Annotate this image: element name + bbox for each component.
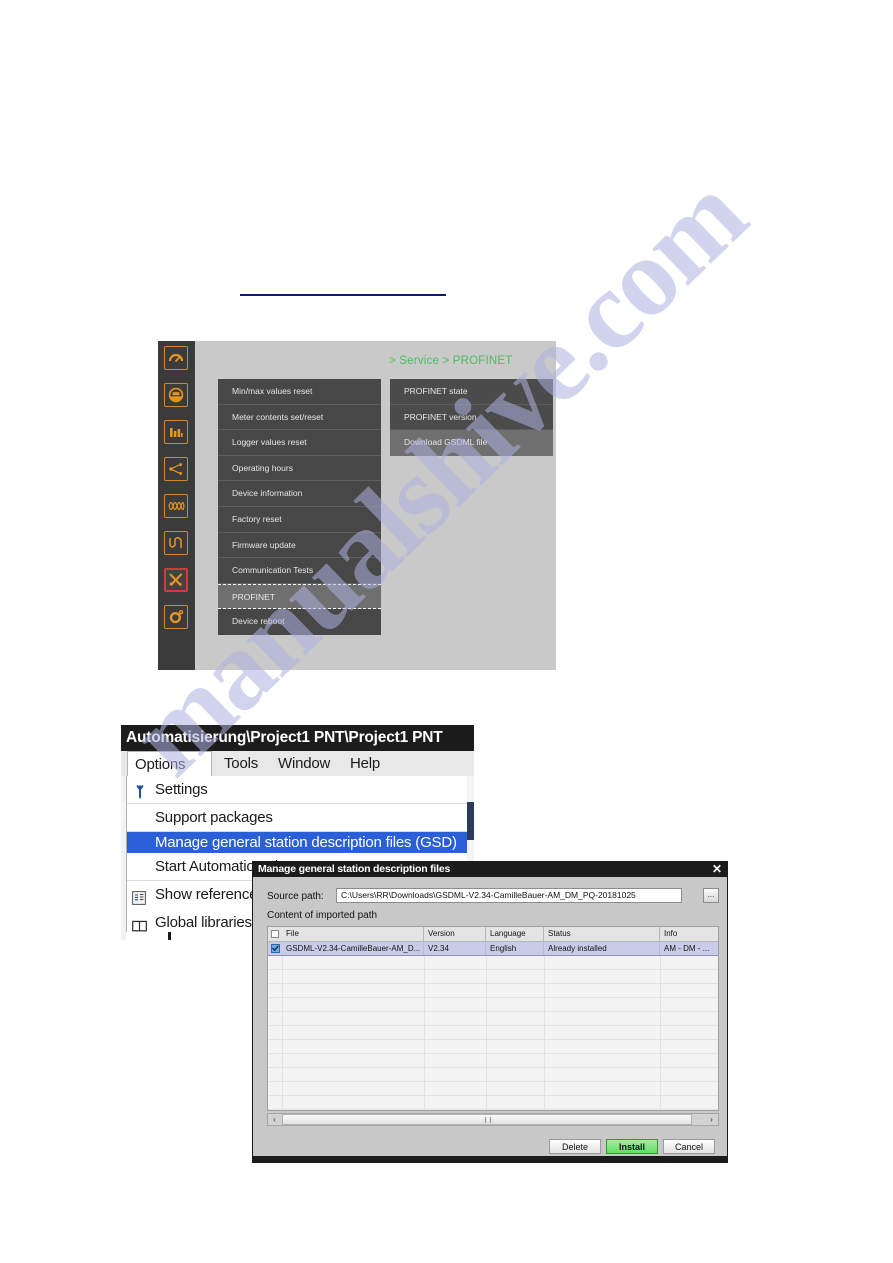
column-header-version[interactable]: Version <box>424 927 486 941</box>
tia-menu-window[interactable]: Window <box>271 751 337 776</box>
device-menu-item-communication-tests[interactable]: Communication Tests <box>218 558 381 584</box>
cell-file: GSDML-V2.34-CamilleBauer-AM_D... <box>282 942 424 955</box>
gauge-icon[interactable] <box>164 346 188 370</box>
network-topology-icon[interactable] <box>164 457 188 481</box>
device-menu-item-firmware-update[interactable]: Firmware update <box>218 532 381 559</box>
tia-title-bar: Automatisierung\Project1 PNT\Project1 PN… <box>121 725 474 751</box>
tia-menu-item-label: Manage general station description files… <box>155 834 457 851</box>
scroll-left-icon[interactable]: ‹ <box>268 1114 281 1125</box>
source-path-label: Source path: <box>267 891 324 902</box>
device-menu-left: Min/max values reset Meter contents set/… <box>218 379 381 635</box>
harmonics-icon[interactable] <box>164 494 188 518</box>
column-header-info[interactable]: Info <box>660 927 718 941</box>
reference-text-icon <box>132 887 148 905</box>
service-tools-icon[interactable] <box>164 568 188 592</box>
tia-menu-item-label: Support packages <box>155 809 273 826</box>
tia-bottom-tick <box>168 932 171 940</box>
cell-version: V2.34 <box>424 942 486 955</box>
table-empty-row <box>268 1040 718 1054</box>
manage-gsd-dialog: Manage general station description files… <box>252 861 728 1163</box>
content-of-imported-path-label: Content of imported path <box>267 910 378 921</box>
browse-button[interactable]: ... <box>703 888 719 903</box>
table-empty-row <box>268 1026 718 1040</box>
column-header-file[interactable]: File <box>282 927 424 941</box>
scrollbar-grip <box>485 1117 491 1123</box>
device-menu-item-meter-contents[interactable]: Meter contents set/reset <box>218 404 381 431</box>
gsd-file-table: File Version Language Status Info GSDML-… <box>267 926 719 1111</box>
table-empty-row <box>268 970 718 984</box>
energy-meter-icon[interactable] <box>164 383 188 407</box>
device-menu-item-operating-hours[interactable]: Operating hours <box>218 455 381 482</box>
horizontal-rule <box>240 294 446 296</box>
gsd-dialog-body: Source path: C:\Users\RR\Downloads\GSDML… <box>253 877 727 1162</box>
device-submenu-item-profinet-state[interactable]: PROFINET state <box>390 379 553 405</box>
scrollbar-thumb[interactable] <box>282 1114 692 1125</box>
table-empty-row <box>268 1012 718 1026</box>
gsd-dialog-title-bar: Manage general station description files… <box>253 862 727 877</box>
device-menu-item-factory-reset[interactable]: Factory reset <box>218 506 381 533</box>
device-menu-item-minmax[interactable]: Min/max values reset <box>218 379 381 405</box>
cell-info: AM - DM - ... <box>664 944 710 953</box>
device-submenu-item-download-gsdml[interactable]: Download GSDML file <box>390 430 553 456</box>
tia-menu-item-support-packages[interactable]: Support packages <box>127 804 468 832</box>
tia-menu-item-manage-gsd[interactable]: Manage general station description files… <box>127 832 468 853</box>
device-submenu-item-profinet-version[interactable]: PROFINET version <box>390 404 553 431</box>
waveform-icon[interactable] <box>164 531 188 555</box>
device-menu-item-logger-values[interactable]: Logger values reset <box>218 430 381 456</box>
tia-menu-options[interactable]: Options <box>127 751 212 776</box>
device-menu-item-device-information[interactable]: Device information <box>218 481 381 507</box>
tia-menu-tools[interactable]: Tools <box>217 751 265 776</box>
tia-right-strip-accent <box>467 802 474 840</box>
table-empty-row <box>268 1054 718 1068</box>
table-empty-row <box>268 1068 718 1082</box>
wrench-icon <box>132 782 148 799</box>
table-empty-row <box>268 1096 718 1110</box>
close-icon[interactable]: ✕ <box>710 862 724 877</box>
cell-status: Already installed <box>544 942 660 955</box>
cancel-button[interactable]: Cancel <box>663 1139 715 1154</box>
tia-menu-bar: Options Tools Window Help <box>121 751 474 776</box>
column-header-language[interactable]: Language <box>486 927 544 941</box>
settings-gear-icon[interactable] <box>164 605 188 629</box>
scroll-right-icon[interactable]: › <box>705 1114 718 1125</box>
table-empty-row <box>268 998 718 1012</box>
device-menu-right: PROFINET state PROFINET version Download… <box>390 379 553 456</box>
book-icon <box>132 915 148 932</box>
gsd-table-header-row: File Version Language Status Info <box>268 927 718 942</box>
table-empty-row <box>268 984 718 998</box>
column-header-status[interactable]: Status <box>544 927 660 941</box>
device-breadcrumb: > Service > PROFINET <box>389 355 513 367</box>
row-checkbox[interactable] <box>271 944 280 953</box>
delete-button[interactable]: Delete <box>549 1139 601 1154</box>
gsd-dialog-footer <box>253 1156 727 1162</box>
source-path-input[interactable]: C:\Users\RR\Downloads\GSDML-V2.34-Camill… <box>336 888 682 903</box>
device-menu-item-device-reboot[interactable]: Device reboot <box>218 609 381 635</box>
select-all-checkbox[interactable] <box>271 930 279 938</box>
horizontal-scrollbar[interactable]: ‹ › <box>267 1113 719 1126</box>
bar-chart-icon[interactable] <box>164 420 188 444</box>
device-menu-item-profinet[interactable]: PROFINET <box>218 583 381 610</box>
tia-left-edge-marker <box>121 802 127 818</box>
device-web-ui-screenshot: > Service > PROFINET Min/max values rese… <box>158 341 556 670</box>
cell-language: English <box>486 942 544 955</box>
tia-menu-item-label: Global libraries <box>155 914 252 931</box>
table-row[interactable]: GSDML-V2.34-CamilleBauer-AM_D... V2.34 E… <box>268 942 718 956</box>
gsd-dialog-title: Manage general station description files <box>258 863 451 875</box>
tia-menu-item-label: Settings <box>155 781 208 798</box>
tia-menu-help[interactable]: Help <box>343 751 387 776</box>
table-empty-row <box>268 1082 718 1096</box>
install-button[interactable]: Install <box>606 1139 658 1154</box>
tia-menu-item-settings[interactable]: Settings <box>127 776 468 804</box>
device-icon-rail <box>158 341 195 670</box>
table-empty-row <box>268 956 718 970</box>
